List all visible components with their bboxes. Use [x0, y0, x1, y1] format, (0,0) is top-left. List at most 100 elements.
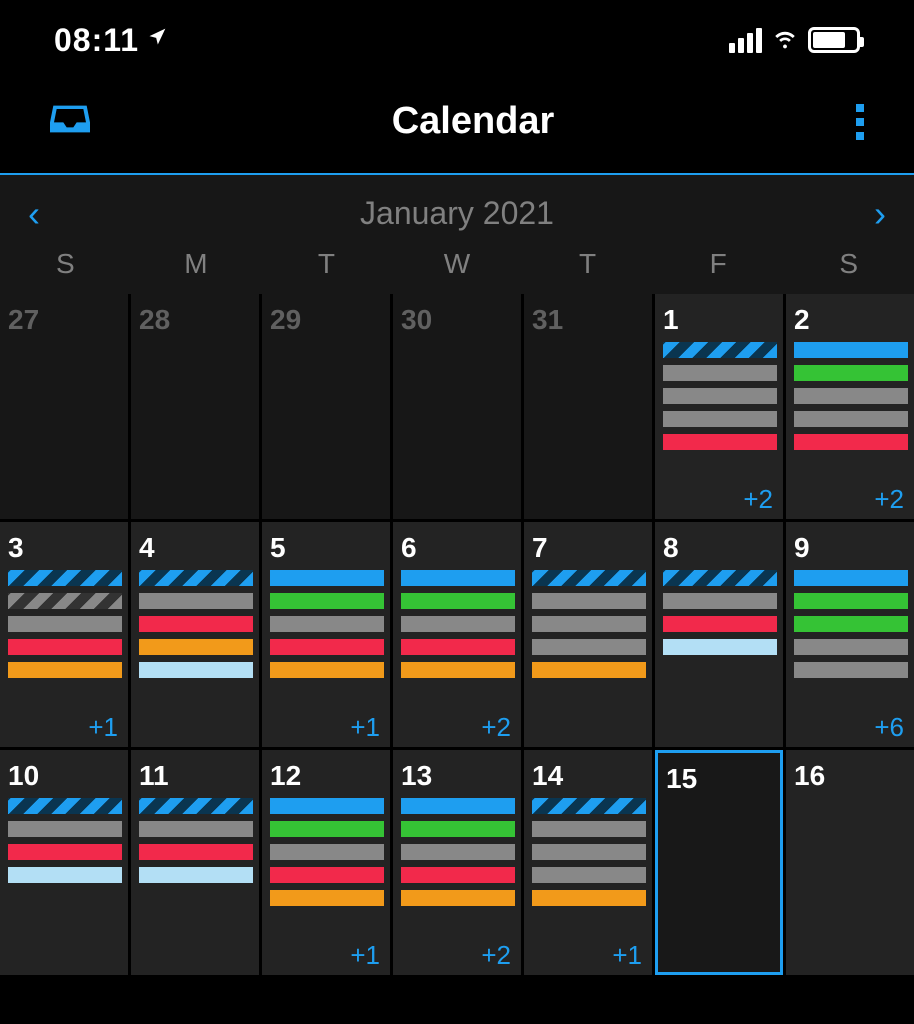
event-bar[interactable] [139, 570, 253, 586]
event-bar[interactable] [532, 662, 646, 678]
event-bar[interactable] [794, 365, 908, 381]
event-bar[interactable] [663, 434, 777, 450]
day-cell[interactable]: 9+6 [786, 522, 914, 747]
event-bar[interactable] [270, 593, 384, 609]
event-bar[interactable] [8, 844, 122, 860]
event-bar[interactable] [794, 434, 908, 450]
day-cell[interactable]: 7 [524, 522, 652, 747]
event-bar[interactable] [532, 798, 646, 814]
event-bar[interactable] [794, 639, 908, 655]
event-bar[interactable] [270, 639, 384, 655]
event-bar[interactable] [139, 616, 253, 632]
next-month-button[interactable]: › [874, 196, 886, 232]
event-bar[interactable] [8, 662, 122, 678]
event-bar[interactable] [532, 821, 646, 837]
day-cell[interactable]: 11 [131, 750, 259, 975]
event-bar[interactable] [8, 798, 122, 814]
more-events-count[interactable]: +1 [270, 940, 384, 971]
more-events-count[interactable]: +6 [794, 712, 908, 743]
month-label[interactable]: January 2021 [360, 195, 554, 232]
event-bar[interactable] [139, 662, 253, 678]
event-bar[interactable] [270, 890, 384, 906]
event-bar[interactable] [8, 821, 122, 837]
day-cell[interactable]: 28 [131, 294, 259, 519]
event-bar[interactable] [270, 798, 384, 814]
day-cell[interactable]: 27 [0, 294, 128, 519]
day-cell[interactable]: 15 [655, 750, 783, 975]
inbox-icon[interactable] [50, 102, 90, 141]
event-bar[interactable] [794, 593, 908, 609]
event-bar[interactable] [401, 844, 515, 860]
day-cell[interactable]: 1+2 [655, 294, 783, 519]
day-cell[interactable]: 16 [786, 750, 914, 975]
event-bar[interactable] [401, 821, 515, 837]
more-events-count[interactable]: +1 [532, 940, 646, 971]
event-bar[interactable] [401, 639, 515, 655]
event-bar[interactable] [139, 639, 253, 655]
event-bar[interactable] [270, 616, 384, 632]
day-cell[interactable]: 4 [131, 522, 259, 747]
prev-month-button[interactable]: ‹ [28, 196, 40, 232]
event-bar[interactable] [663, 639, 777, 655]
event-bar[interactable] [401, 867, 515, 883]
event-bar[interactable] [8, 593, 122, 609]
event-bar[interactable] [794, 616, 908, 632]
more-events-count[interactable]: +1 [8, 712, 122, 743]
more-events-count[interactable]: +2 [401, 712, 515, 743]
event-bar[interactable] [8, 867, 122, 883]
event-bar[interactable] [532, 890, 646, 906]
event-bar[interactable] [401, 593, 515, 609]
event-bar[interactable] [139, 821, 253, 837]
event-bar[interactable] [270, 844, 384, 860]
more-icon[interactable] [856, 104, 864, 140]
event-bar[interactable] [663, 616, 777, 632]
event-bar[interactable] [139, 867, 253, 883]
event-bar[interactable] [8, 616, 122, 632]
event-bar[interactable] [663, 365, 777, 381]
event-bar[interactable] [532, 616, 646, 632]
more-events-count[interactable]: +2 [401, 940, 515, 971]
event-bar[interactable] [532, 867, 646, 883]
event-bar[interactable] [401, 662, 515, 678]
event-bar[interactable] [532, 593, 646, 609]
event-bar[interactable] [663, 411, 777, 427]
event-bar[interactable] [663, 570, 777, 586]
event-bar[interactable] [663, 342, 777, 358]
event-bar[interactable] [401, 570, 515, 586]
day-cell[interactable]: 2+2 [786, 294, 914, 519]
event-bar[interactable] [794, 570, 908, 586]
event-bar[interactable] [270, 662, 384, 678]
day-cell[interactable]: 6+2 [393, 522, 521, 747]
event-bar[interactable] [139, 844, 253, 860]
event-bar[interactable] [139, 593, 253, 609]
event-bar[interactable] [270, 867, 384, 883]
event-bar[interactable] [794, 388, 908, 404]
day-cell[interactable]: 29 [262, 294, 390, 519]
more-events-count[interactable]: +2 [794, 484, 908, 515]
event-bar[interactable] [794, 411, 908, 427]
event-bar[interactable] [663, 388, 777, 404]
day-cell[interactable]: 14+1 [524, 750, 652, 975]
day-cell[interactable]: 30 [393, 294, 521, 519]
day-cell[interactable]: 31 [524, 294, 652, 519]
event-bar[interactable] [663, 593, 777, 609]
event-bar[interactable] [532, 844, 646, 860]
day-cell[interactable]: 12+1 [262, 750, 390, 975]
event-bar[interactable] [401, 798, 515, 814]
day-cell[interactable]: 8 [655, 522, 783, 747]
more-events-count[interactable]: +2 [663, 484, 777, 515]
event-bar[interactable] [139, 798, 253, 814]
day-cell[interactable]: 10 [0, 750, 128, 975]
event-bar[interactable] [8, 570, 122, 586]
event-bar[interactable] [532, 639, 646, 655]
event-bar[interactable] [794, 662, 908, 678]
event-bar[interactable] [794, 342, 908, 358]
event-bar[interactable] [401, 890, 515, 906]
day-cell[interactable]: 5+1 [262, 522, 390, 747]
event-bar[interactable] [270, 821, 384, 837]
event-bar[interactable] [8, 639, 122, 655]
more-events-count[interactable]: +1 [270, 712, 384, 743]
event-bar[interactable] [401, 616, 515, 632]
day-cell[interactable]: 13+2 [393, 750, 521, 975]
event-bar[interactable] [270, 570, 384, 586]
